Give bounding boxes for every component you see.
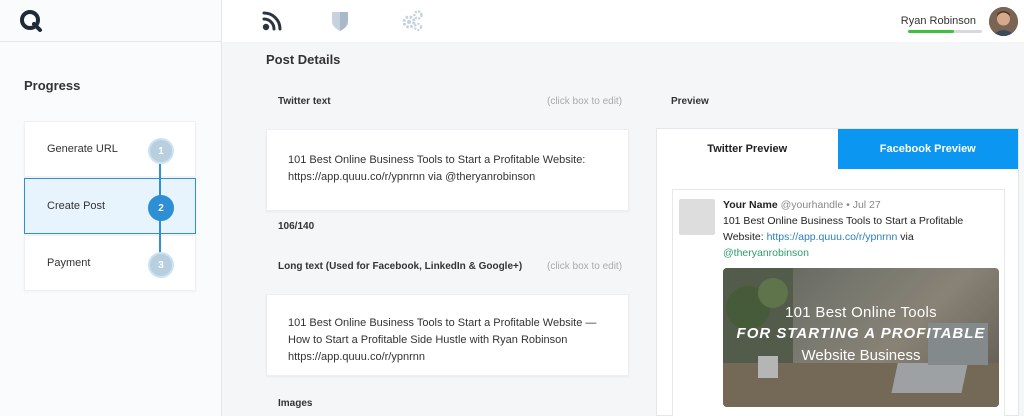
images-label: Images [278,398,313,409]
step-payment[interactable]: Payment 3 [24,235,196,291]
tweet-preview-card: Your Name @yourhandle • Jul 27 101 Best … [672,189,1005,416]
step-generate-url[interactable]: Generate URL 1 [24,121,196,177]
tweet-body: Your Name @yourhandle • Jul 27 101 Best … [723,197,998,261]
step-number: 1 [148,138,174,164]
image-caption-line1: 101 Best Online Tools [785,304,937,321]
preview-panel: Twitter Preview Facebook Preview Your Na… [656,128,1019,416]
sidebar: Progress Generate URL 1 Create Post 2 Pa… [0,0,222,416]
long-text-box[interactable]: 101 Best Online Business Tools to Start … [266,294,629,376]
twitter-text-label: Twitter text [278,96,331,107]
user-avatar[interactable] [989,7,1018,36]
logo-area [0,0,221,42]
tweet-date: • Jul 27 [846,199,881,211]
preview-tabs: Twitter Preview Facebook Preview [657,129,1018,169]
tweet-mention[interactable]: @theryanrobinson [723,247,809,259]
tweet-link[interactable]: https://app.quuu.co/r/ypnrnn [767,231,898,243]
long-text-edit-hint: (click box to edit) [547,261,623,272]
image-caption-line2: for starting a profitable [736,325,986,342]
tweet-image: 101 Best Online Tools for starting a pro… [723,268,999,407]
rss-feed-icon[interactable] [260,9,284,33]
settings-gears-icon[interactable] [400,9,424,33]
user-progress-bar [908,30,982,33]
step-number: 3 [148,252,174,278]
user-progress-fill [908,30,954,33]
steps-list: Generate URL 1 Create Post 2 Payment 3 [24,121,196,292]
shield-icon[interactable] [328,9,352,33]
top-bar: Ryan Robinson [222,0,1024,42]
long-text-label: Long text (Used for Facebook, LinkedIn &… [278,261,523,272]
tweet-via: via [900,231,914,243]
page-title: Post Details [266,52,341,67]
step-label: Create Post [47,200,106,212]
avatar-image [989,7,1018,36]
image-caption-line3: Website Business [801,347,921,364]
step-number: 2 [148,195,174,221]
step-label: Generate URL [47,143,118,155]
twitter-edit-hint: (click box to edit) [547,96,623,107]
tab-twitter-preview[interactable]: Twitter Preview [657,129,838,169]
step-create-post[interactable]: Create Post 2 [24,178,196,234]
character-counter: 106/140 [278,221,315,232]
user-name[interactable]: Ryan Robinson [901,15,976,27]
tweet-handle: @yourhandle [780,199,844,211]
tab-facebook-preview[interactable]: Facebook Preview [837,129,1018,169]
preview-label: Preview [671,96,709,107]
twitter-text-box[interactable]: 101 Best Online Business Tools to Start … [266,129,629,211]
tweet-author-name: Your Name [723,199,778,211]
step-label: Payment [47,257,91,269]
progress-title: Progress [24,78,81,93]
tweet-avatar-placeholder [679,199,715,235]
quuu-logo-icon[interactable] [19,9,43,33]
